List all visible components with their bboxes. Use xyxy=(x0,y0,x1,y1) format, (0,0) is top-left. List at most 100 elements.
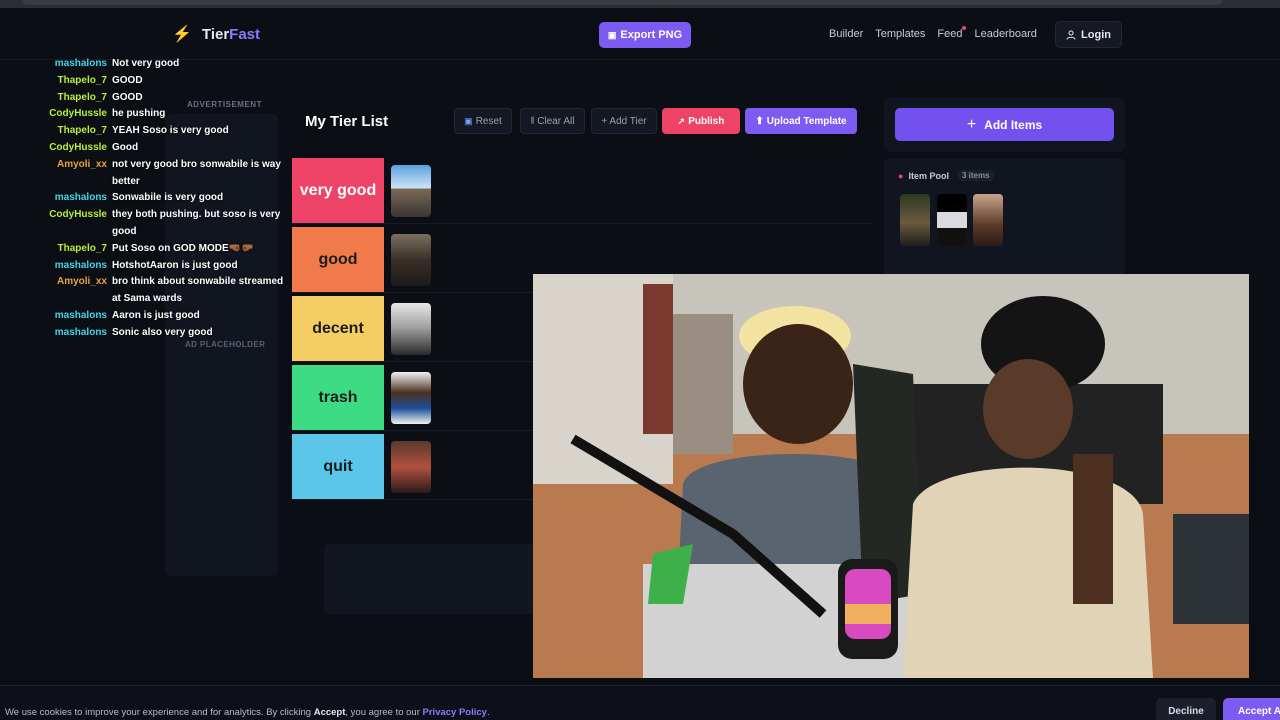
chat-username[interactable]: Thapelo_7 xyxy=(0,73,112,90)
add-items-label: Add Items xyxy=(984,117,1043,132)
chat-message-text: he pushing xyxy=(112,108,166,120)
brand-name-part1: Tier xyxy=(201,25,230,43)
chat-username[interactable]: CodyHussle xyxy=(0,140,112,157)
chat-message-text: YEAH Soso is very good xyxy=(112,125,229,137)
cookie-text: We use cookies to improve your experienc… xyxy=(5,707,490,718)
chat-username[interactable]: Amyoli_xx xyxy=(0,157,112,191)
chat-message: mashalons Sonwabile is very good xyxy=(0,190,290,207)
chat-username[interactable]: Thapelo_7 xyxy=(0,123,112,140)
tier-label[interactable]: good xyxy=(292,227,384,292)
chat-message: mashalons Not very good xyxy=(0,56,290,73)
reset-button[interactable]: ▣ Reset xyxy=(454,108,512,134)
item-pool-title: Item Pool xyxy=(908,170,949,181)
login-label: Login xyxy=(1081,28,1111,41)
chat-username[interactable]: mashalons xyxy=(0,190,112,207)
chat-username[interactable]: mashalons xyxy=(0,258,112,275)
nav-link-templates[interactable]: Templates xyxy=(875,28,925,40)
upload-template-label: Upload Template xyxy=(766,115,847,127)
chat-message-text: bro think about sonwabile streamed at Sa… xyxy=(112,276,284,305)
rocket-icon: ➚ xyxy=(677,115,686,126)
tier-item-thumbnail[interactable] xyxy=(391,234,431,286)
nav-link-builder[interactable]: Builder xyxy=(829,28,863,40)
chat-username[interactable]: mashalons xyxy=(0,56,112,73)
cookie-banner: We use cookies to improve your experienc… xyxy=(0,685,1280,720)
publish-button[interactable]: ➚ Publish xyxy=(662,108,740,134)
tier-label[interactable]: quit xyxy=(292,434,384,499)
brand-name: TierFast xyxy=(202,26,260,43)
top-navbar: ⚡ TierFast ▣ Export PNG Builder Template… xyxy=(0,8,1280,60)
plus-icon: + xyxy=(966,115,977,133)
tier-item-thumbnail[interactable] xyxy=(391,165,431,217)
cookie-text-middle: , you agree to our xyxy=(345,707,423,718)
pool-item[interactable] xyxy=(900,194,930,246)
add-tier-button[interactable]: + Add Tier xyxy=(591,108,657,134)
decline-button[interactable]: Decline xyxy=(1156,698,1216,720)
chat-message-text: Aaron is just good xyxy=(112,309,200,321)
chat-message-text: Good xyxy=(112,141,139,153)
user-icon xyxy=(1066,30,1076,40)
pool-icon: ● xyxy=(898,170,904,181)
item-pool-card: ● Item Pool 3 items xyxy=(884,158,1125,278)
tier-label[interactable]: trash xyxy=(292,365,384,430)
chat-username[interactable]: Thapelo_7 xyxy=(0,241,112,258)
chat-username[interactable]: CodyHussle xyxy=(0,106,112,123)
chat-message: Thapelo_7 GOOD xyxy=(0,90,290,107)
login-button[interactable]: Login xyxy=(1055,21,1122,48)
chat-message: CodyHussle Good xyxy=(0,140,290,157)
chat-username[interactable]: CodyHussle xyxy=(0,207,112,241)
lightning-bolt-icon: ⚡ xyxy=(172,26,192,43)
nav-links: Builder Templates Feed Leaderboard xyxy=(829,26,1037,40)
chat-message-text: Put Soso on GOD MODE🤜🏾🤛🏾 xyxy=(112,242,254,254)
privacy-policy-link[interactable]: Privacy Policy xyxy=(423,707,487,718)
chat-message: CodyHussle they both pushing. but soso is… xyxy=(0,207,290,241)
tier-item-thumbnail[interactable] xyxy=(391,372,431,424)
empty-card xyxy=(324,544,554,614)
export-png-label: Export PNG xyxy=(620,29,683,41)
brand-logo[interactable]: ⚡ TierFast xyxy=(172,24,260,44)
export-png-button[interactable]: ▣ Export PNG xyxy=(599,22,691,48)
chat-username[interactable]: mashalons xyxy=(0,308,112,325)
nav-link-leaderboard[interactable]: Leaderboard xyxy=(974,28,1036,40)
brand-name-part2: Fast xyxy=(229,25,261,43)
reset-label: Reset xyxy=(475,115,502,127)
reset-icon: ▣ xyxy=(464,115,473,126)
chat-message-text: they both pushing. but soso is very good xyxy=(112,209,281,237)
upload-template-button[interactable]: ⬆ Upload Template xyxy=(745,108,857,134)
cookie-text-end: . xyxy=(486,707,490,718)
nav-link-feed[interactable]: Feed xyxy=(937,26,967,40)
image-icon: ▣ xyxy=(607,29,617,40)
tier-label[interactable]: very good xyxy=(292,158,384,223)
tier-list-title: My Tier List xyxy=(305,113,389,130)
upload-icon: ⬆ xyxy=(755,115,764,127)
tier-label[interactable]: decent xyxy=(292,296,384,361)
stream-chat-overlay: mashalons Not very good Thapelo_7 GOOD Thape… xyxy=(0,56,290,342)
chat-username[interactable]: mashalons xyxy=(0,325,112,342)
chat-message-text: HotshotAaron is just good xyxy=(112,259,238,271)
chat-message: Amyoli_xx bro think about sonwabile strea… xyxy=(0,274,290,308)
accept-button[interactable]: Accept A xyxy=(1223,698,1280,720)
chat-message: Amyoli_xx not very good bro sonwabile is … xyxy=(0,157,290,191)
cookie-text-prefix: We use cookies to improve your experienc… xyxy=(5,707,314,718)
clear-all-button[interactable]: ⫼ Clear All xyxy=(520,108,585,134)
chat-message: mashalons HotshotAaron is just good xyxy=(0,258,290,275)
add-items-button[interactable]: + Add Items xyxy=(895,108,1114,141)
chat-message: CodyHussle he pushing xyxy=(0,106,290,123)
tier-item-thumbnail[interactable] xyxy=(391,441,431,493)
notification-dot xyxy=(962,26,967,30)
page-root: ⚡ TierFast ▣ Export PNG Builder Template… xyxy=(0,0,1280,720)
chat-message: Thapelo_7 Put Soso on GOD MODE🤜🏾🤛🏾 xyxy=(0,241,290,258)
pool-item[interactable] xyxy=(973,194,1003,246)
chat-username[interactable]: Thapelo_7 xyxy=(0,90,112,107)
chat-message-text: Sonic also very good xyxy=(112,326,213,338)
nav-link-feed-label: Feed xyxy=(937,28,963,40)
publish-label: Publish xyxy=(688,115,725,127)
pool-item[interactable] xyxy=(937,194,967,246)
chat-message: Thapelo_7 YEAH Soso is very good xyxy=(0,123,290,140)
tier-item-thumbnail[interactable] xyxy=(391,303,431,355)
webcam-feed-image xyxy=(533,274,1249,678)
chat-username[interactable]: Amyoli_xx xyxy=(0,274,112,308)
item-pool-count: 3 items xyxy=(957,170,994,181)
chat-message: mashalons Aaron is just good xyxy=(0,308,290,325)
add-tier-label: + Add Tier xyxy=(601,115,647,127)
address-bar[interactable] xyxy=(22,0,1222,5)
